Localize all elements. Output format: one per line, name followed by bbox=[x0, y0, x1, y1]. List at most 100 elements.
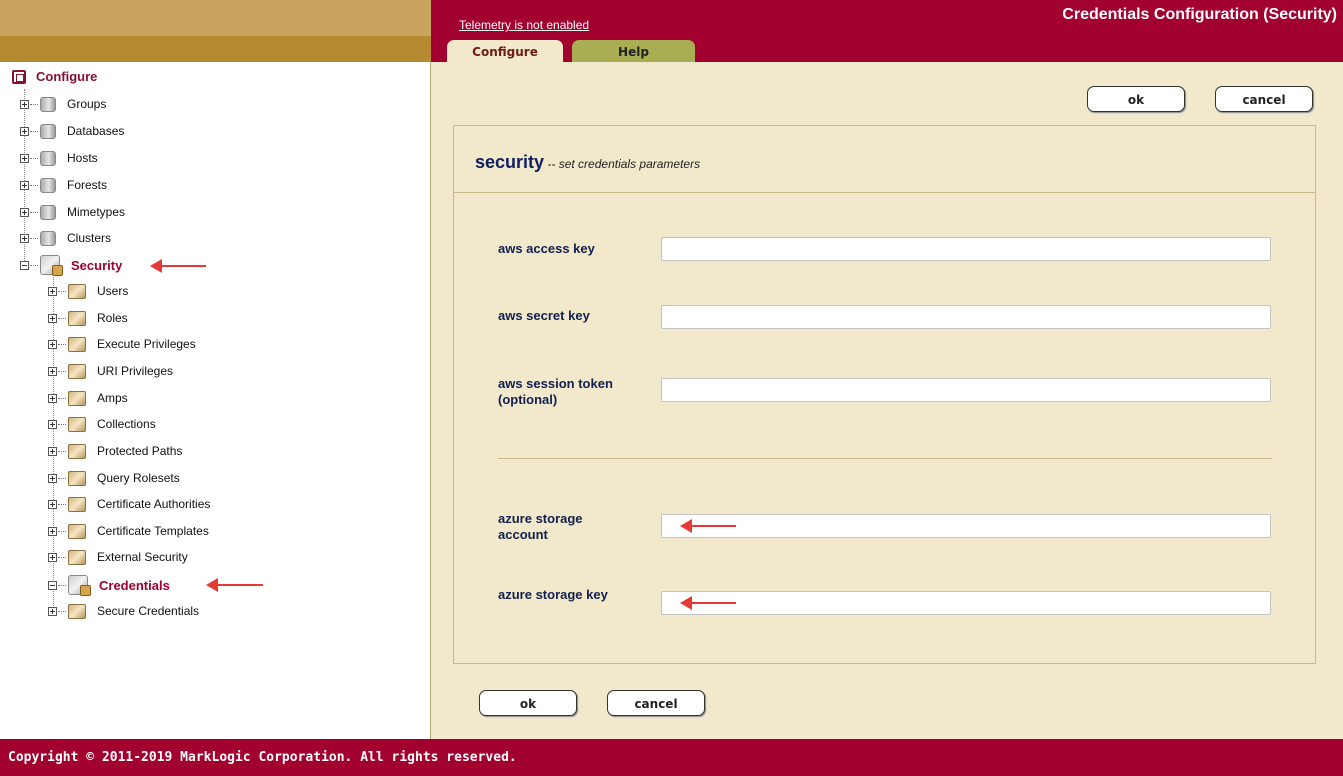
footer: Copyright © 2011-2019 MarkLogic Corporat… bbox=[0, 739, 1343, 776]
section-title: security -- set credentials parameters bbox=[475, 152, 700, 173]
expand-icon[interactable] bbox=[48, 286, 57, 296]
sidebar-item-label: Protected Paths bbox=[97, 444, 183, 458]
tree-root-label: Configure bbox=[36, 69, 98, 84]
expand-icon[interactable] bbox=[20, 99, 29, 109]
box-icon bbox=[68, 310, 86, 326]
expand-icon[interactable] bbox=[48, 419, 57, 429]
sidebar-item-secure-credentials[interactable]: Secure Credentials bbox=[48, 601, 199, 621]
expand-icon[interactable] bbox=[20, 207, 29, 217]
field-label-aws-secret-key: aws secret key bbox=[498, 308, 590, 323]
box-icon bbox=[68, 390, 86, 406]
sidebar-item-label: Secure Credentials bbox=[97, 604, 200, 618]
sidebar-item-label: Query Rolesets bbox=[97, 471, 180, 485]
sidebar-item-label: Clusters bbox=[67, 231, 112, 245]
aws-access-key-input[interactable] bbox=[661, 237, 1271, 261]
expand-icon[interactable] bbox=[48, 313, 57, 323]
expand-icon[interactable] bbox=[48, 446, 57, 456]
sidebar-item-security[interactable]: Security bbox=[20, 254, 122, 276]
sidebar-item-hosts[interactable]: Hosts bbox=[20, 148, 98, 168]
server-icon bbox=[40, 123, 56, 139]
tree-root-configure[interactable]: Configure bbox=[12, 69, 97, 84]
box-icon bbox=[68, 603, 86, 619]
sidebar-item-roles[interactable]: Roles bbox=[48, 308, 128, 328]
ok-button-top[interactable]: ok bbox=[1087, 86, 1185, 112]
server-icon bbox=[40, 230, 56, 246]
section-divider bbox=[498, 458, 1272, 459]
sidebar-item-label: Credentials bbox=[99, 577, 170, 593]
security-folder-icon bbox=[40, 255, 63, 276]
expand-icon[interactable] bbox=[48, 499, 57, 509]
sidebar-item-amps[interactable]: Amps bbox=[48, 388, 128, 408]
box-icon bbox=[68, 336, 86, 352]
expand-icon[interactable] bbox=[48, 473, 57, 483]
ok-button-bottom[interactable]: ok bbox=[479, 690, 577, 716]
sidebar-item-label: Roles bbox=[97, 311, 128, 325]
azure-storage-account-input[interactable] bbox=[661, 514, 1271, 538]
expand-icon[interactable] bbox=[48, 606, 57, 616]
sidebar-item-certificate-authorities[interactable]: Certificate Authorities bbox=[48, 494, 210, 514]
annotation-arrow bbox=[150, 259, 206, 273]
field-label-azure-storage-key: azure storage key bbox=[498, 587, 608, 602]
panel-header: security -- set credentials parameters bbox=[454, 126, 1315, 193]
sidebar-item-label: Databases bbox=[67, 124, 125, 138]
sidebar-item-certificate-templates[interactable]: Certificate Templates bbox=[48, 521, 209, 541]
sidebar-tree: Configure Groups Databases Hosts Forests… bbox=[0, 62, 431, 739]
sidebar-item-label: Mimetypes bbox=[67, 205, 126, 219]
header-left-banner bbox=[0, 0, 431, 64]
sidebar-item-label: Groups bbox=[67, 97, 107, 111]
sidebar-item-collections[interactable]: Collections bbox=[48, 414, 156, 434]
expand-icon[interactable] bbox=[48, 366, 57, 376]
annotation-arrow bbox=[680, 596, 736, 610]
collapse-icon[interactable] bbox=[20, 260, 29, 270]
tab-help[interactable]: Help bbox=[572, 40, 695, 62]
collapse-icon[interactable] bbox=[48, 580, 57, 590]
sidebar-item-label: Security bbox=[71, 257, 123, 273]
telemetry-link[interactable]: Telemetry is not enabled bbox=[459, 18, 589, 32]
sidebar-item-label: Certificate Templates bbox=[97, 524, 209, 538]
sidebar-item-mimetypes[interactable]: Mimetypes bbox=[20, 202, 125, 222]
sidebar-item-forests[interactable]: Forests bbox=[20, 175, 107, 195]
sidebar-item-protected-paths[interactable]: Protected Paths bbox=[48, 441, 182, 461]
sidebar-item-label: Collections bbox=[97, 417, 156, 431]
aws-session-token-input[interactable] bbox=[661, 378, 1271, 402]
expand-icon[interactable] bbox=[20, 233, 29, 243]
sidebar-item-label: Users bbox=[97, 284, 129, 298]
field-label-aws-access-key: aws access key bbox=[498, 241, 595, 256]
sidebar-item-query-rolesets[interactable]: Query Rolesets bbox=[48, 468, 180, 488]
expand-icon[interactable] bbox=[48, 393, 57, 403]
expand-icon[interactable] bbox=[20, 153, 29, 163]
sidebar-item-external-security[interactable]: External Security bbox=[48, 547, 188, 567]
sidebar-item-execute-privileges[interactable]: Execute Privileges bbox=[48, 334, 196, 354]
annotation-arrow bbox=[680, 519, 736, 533]
sidebar-item-groups[interactable]: Groups bbox=[20, 94, 106, 114]
box-icon bbox=[68, 363, 86, 379]
sidebar-item-uri-privileges[interactable]: URI Privileges bbox=[48, 361, 173, 381]
box-icon bbox=[68, 549, 86, 565]
tab-configure[interactable]: Configure bbox=[447, 40, 563, 64]
expand-icon[interactable] bbox=[48, 339, 57, 349]
aws-secret-key-input[interactable] bbox=[661, 305, 1271, 329]
page-title: Credentials Configuration (Security) bbox=[1062, 6, 1337, 23]
sidebar-item-clusters[interactable]: Clusters bbox=[20, 228, 111, 248]
cancel-button-bottom[interactable]: cancel bbox=[607, 690, 705, 716]
section-description: -- set credentials parameters bbox=[544, 157, 701, 171]
cancel-button-top[interactable]: cancel bbox=[1215, 86, 1313, 112]
expand-icon[interactable] bbox=[48, 552, 57, 562]
sidebar-item-label: External Security bbox=[97, 550, 188, 564]
sidebar-item-users[interactable]: Users bbox=[48, 281, 128, 301]
box-icon bbox=[68, 443, 86, 459]
box-icon bbox=[68, 283, 86, 299]
server-icon bbox=[40, 177, 56, 193]
sidebar-item-databases[interactable]: Databases bbox=[20, 121, 124, 141]
server-icon bbox=[40, 204, 56, 220]
sidebar-item-credentials[interactable]: Credentials bbox=[48, 574, 170, 596]
expand-icon[interactable] bbox=[20, 126, 29, 136]
sidebar-item-label: Amps bbox=[97, 391, 128, 405]
section-title-text: security bbox=[475, 152, 545, 172]
azure-storage-key-input[interactable] bbox=[661, 591, 1271, 615]
sidebar-item-label: Forests bbox=[67, 178, 108, 192]
sidebar-item-label: Hosts bbox=[67, 151, 98, 165]
expand-icon[interactable] bbox=[48, 526, 57, 536]
expand-icon[interactable] bbox=[20, 180, 29, 190]
config-panel: security -- set credentials parameters a… bbox=[453, 125, 1316, 664]
